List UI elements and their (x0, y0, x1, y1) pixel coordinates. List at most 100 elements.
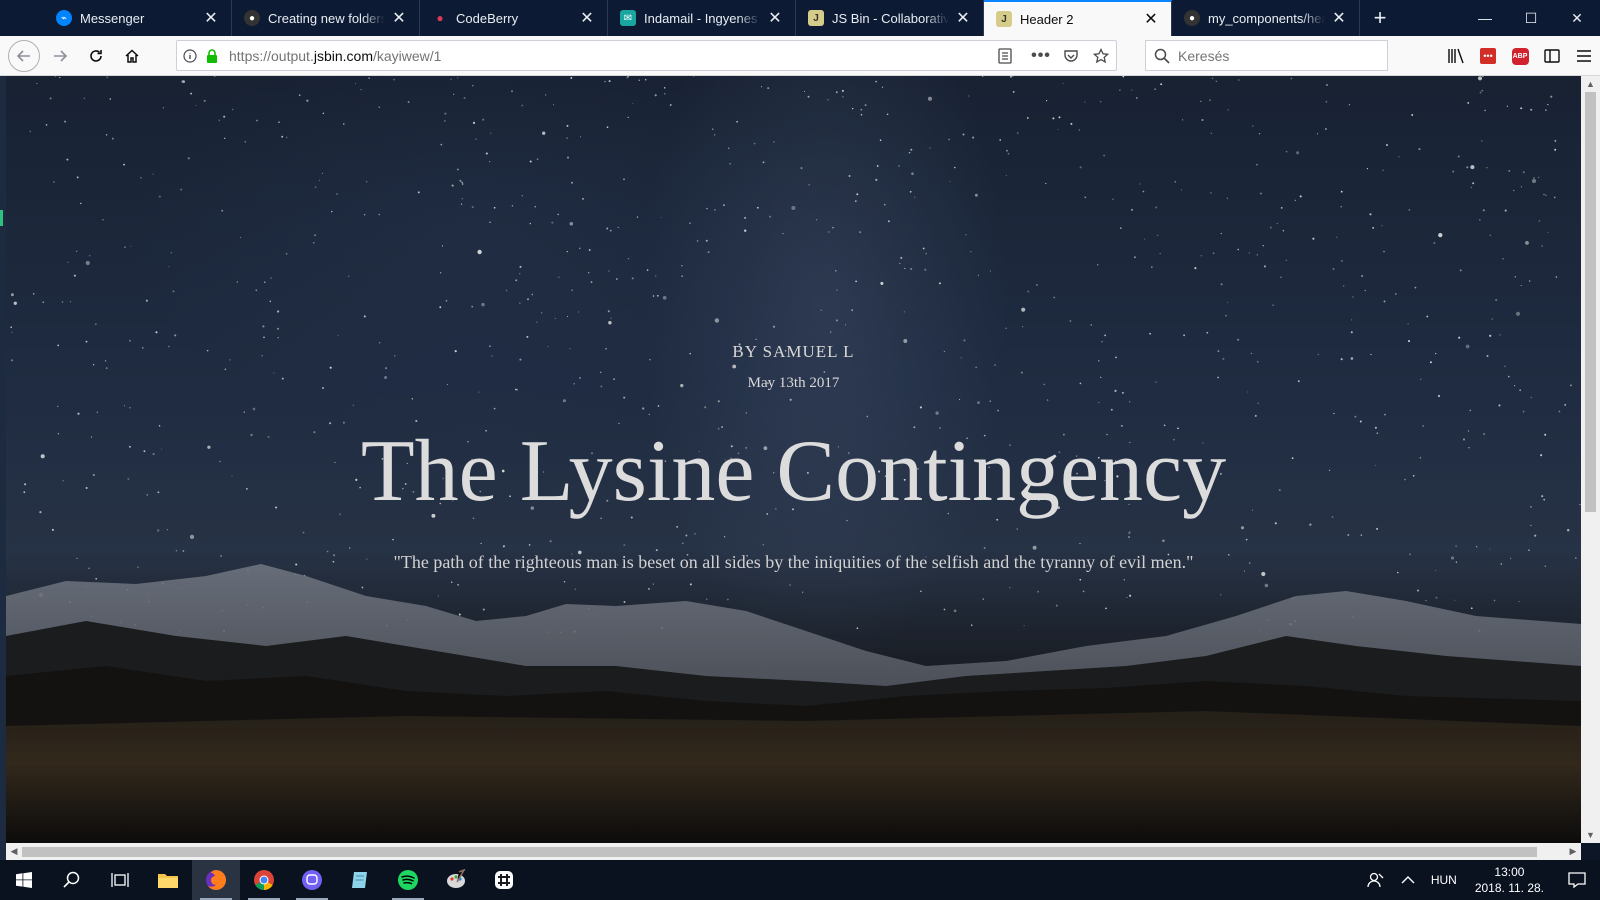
maximize-icon[interactable]: ☐ (1508, 0, 1554, 36)
url-domain: jsbin.com (313, 47, 373, 64)
publish-date: May 13th 2017 (747, 375, 840, 391)
search-bar[interactable] (1145, 40, 1388, 71)
bookmark-star-icon[interactable] (1086, 47, 1116, 64)
page-actions-icon[interactable]: ••• (1026, 47, 1056, 65)
lastpass-icon[interactable]: ••• (1472, 40, 1504, 72)
address-bar[interactable]: https://output.jsbin.com/kayiwew/1 ••• (176, 40, 1117, 71)
url-prefix: https://output. (229, 47, 314, 64)
slack-icon (495, 871, 513, 889)
tab-messenger[interactable]: ⌁ Messenger ✕ (44, 0, 232, 36)
tab-title: JS Bin - Collaborative Jav (832, 10, 949, 26)
tab-title: my_components/header (1208, 10, 1325, 26)
search-icon (1154, 48, 1170, 64)
taskbar-search-button[interactable] (48, 860, 96, 900)
windows-logo-icon (16, 872, 32, 888)
tab-indamail[interactable]: ✉ Indamail - Ingyenes ema ✕ (608, 0, 796, 36)
scroll-up-icon[interactable]: ▲ (1581, 76, 1600, 92)
firefox-app[interactable] (192, 860, 240, 900)
messenger-icon: ⌁ (56, 10, 72, 26)
url-text[interactable]: https://output.jsbin.com/kayiwew/1 (221, 48, 990, 64)
vertical-scroll-thumb[interactable] (1585, 92, 1596, 512)
chrome-icon (254, 870, 274, 891)
file-explorer-app[interactable] (144, 860, 192, 900)
scroll-down-icon[interactable]: ▼ (1581, 827, 1600, 843)
scroll-right-icon[interactable]: ▶ (1565, 843, 1581, 860)
github-icon: ● (244, 10, 260, 26)
minimize-icon[interactable]: — (1462, 0, 1508, 36)
tab-title: Header 2 (1020, 11, 1074, 27)
jsbin-icon: J (996, 11, 1012, 27)
github-icon: ● (1184, 10, 1200, 26)
mail-icon: ✉ (620, 10, 636, 26)
paint-app[interactable] (432, 860, 480, 900)
close-tab-icon[interactable]: ✕ (953, 8, 973, 28)
library-icon[interactable] (1440, 40, 1472, 72)
scroll-left-icon[interactable]: ◀ (6, 843, 22, 860)
forward-arrow-icon (54, 49, 68, 62)
input-language[interactable]: HUN (1423, 860, 1465, 900)
reload-icon (90, 49, 102, 62)
url-path: /kayiwew/1 (372, 47, 442, 64)
tab-title: Creating new folders in G (268, 10, 385, 26)
new-tab-button[interactable]: + (1360, 0, 1400, 36)
people-icon[interactable] (1359, 860, 1393, 900)
lock-icon[interactable] (203, 48, 221, 63)
info-icon[interactable] (177, 48, 203, 63)
close-tab-icon[interactable]: ✕ (1329, 8, 1349, 28)
hamburger-menu-icon[interactable] (1568, 40, 1600, 72)
horizontal-scroll-thumb[interactable] (22, 847, 1537, 857)
horizontal-scrollbar[interactable]: ◀ ▶ (6, 843, 1581, 860)
tab-codeberry[interactable]: ● CodeBerry ✕ (420, 0, 608, 36)
close-tab-icon[interactable]: ✕ (765, 8, 785, 28)
viber-app[interactable] (288, 860, 336, 900)
tab-title: Messenger (80, 10, 145, 26)
codeberry-icon: ● (436, 11, 444, 25)
reload-button[interactable] (80, 40, 112, 72)
jsbin-icon: J (808, 10, 824, 26)
spotify-app[interactable] (384, 860, 432, 900)
navigation-toolbar: https://output.jsbin.com/kayiwew/1 ••• •… (0, 36, 1600, 76)
firefox-icon (206, 870, 226, 890)
toolbar-right: ••• ABP (1440, 36, 1600, 76)
search-icon (63, 871, 80, 888)
sidebar-toggle-icon[interactable] (1536, 40, 1568, 72)
tab-title: CodeBerry (456, 10, 519, 26)
tab-header-2[interactable]: J Header 2 ✕ (984, 0, 1172, 36)
forward-button[interactable] (44, 40, 76, 72)
notes-app[interactable] (336, 860, 384, 900)
close-tab-icon[interactable]: ✕ (1141, 9, 1161, 29)
task-view-button[interactable] (96, 860, 144, 900)
close-tab-icon[interactable]: ✕ (577, 8, 597, 28)
start-button[interactable] (0, 860, 48, 900)
slack-app[interactable] (480, 860, 528, 900)
page-title: The Lysine Contingency (360, 423, 1227, 520)
author-byline: BY SAMUEL L (732, 342, 855, 361)
system-tray: HUN 13:00 2018. 11. 28. (1359, 860, 1600, 900)
search-input[interactable] (1178, 47, 1378, 64)
close-window-icon[interactable]: ✕ (1554, 0, 1600, 36)
chrome-app[interactable] (240, 860, 288, 900)
home-icon (125, 48, 139, 63)
task-view-icon (111, 873, 129, 887)
tab-github-folders[interactable]: ● Creating new folders in G ✕ (232, 0, 420, 36)
page-content: BY SAMUEL L May 13th 2017 The Lysine Con… (6, 76, 1581, 843)
home-button[interactable] (116, 40, 148, 72)
pocket-icon[interactable] (1056, 49, 1086, 63)
windows-taskbar: HUN 13:00 2018. 11. 28. (0, 860, 1600, 900)
reader-view-icon[interactable] (990, 47, 1020, 64)
tab-my-components[interactable]: ● my_components/header ✕ (1172, 0, 1360, 36)
tab-jsbin[interactable]: J JS Bin - Collaborative Jav ✕ (796, 0, 984, 36)
adblock-plus-icon[interactable]: ABP (1504, 40, 1536, 72)
folder-icon (158, 874, 178, 888)
tab-strip: ⌁ Messenger ✕ ● Creating new folders in … (0, 0, 1600, 36)
show-hidden-icons-chevron-icon[interactable] (1393, 860, 1423, 900)
system-clock[interactable]: 13:00 2018. 11. 28. (1465, 864, 1554, 896)
tab-title: Indamail - Ingyenes ema (644, 10, 761, 26)
action-center-icon[interactable] (1554, 860, 1600, 900)
browser-window: ⌁ Messenger ✕ ● Creating new folders in … (0, 0, 1600, 900)
back-button[interactable] (8, 39, 40, 72)
close-tab-icon[interactable]: ✕ (389, 8, 409, 28)
vertical-scrollbar[interactable]: ▲ ▼ (1581, 76, 1600, 843)
close-tab-icon[interactable]: ✕ (201, 8, 221, 28)
hero-quote: "The path of the righteous man is beset … (393, 552, 1194, 572)
